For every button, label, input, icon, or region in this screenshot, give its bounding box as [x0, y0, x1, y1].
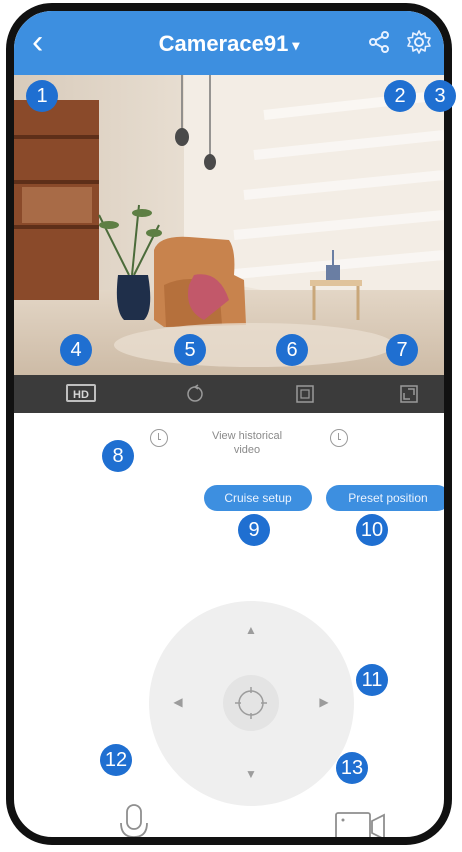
dropdown-caret-icon: ▾ [292, 36, 300, 53]
history-label-line1: View historical [211, 430, 283, 442]
camera-title: Camerace91 [158, 31, 289, 56]
ptz-up-arrow-icon[interactable]: ▲ [242, 621, 260, 639]
callout-8: 8 [102, 440, 134, 472]
microphone-icon[interactable] [110, 799, 158, 845]
callout-7: 7 [386, 334, 418, 366]
callout-5: 5 [174, 334, 206, 366]
callout-6: 6 [276, 334, 308, 366]
callout-3: 3 [424, 80, 456, 112]
callout-9: 9 [238, 514, 270, 546]
callout-12: 12 [100, 744, 132, 776]
share-icon[interactable] [366, 29, 392, 55]
ptz-left-arrow-icon[interactable]: ◀ [169, 693, 187, 711]
ptz-down-arrow-icon[interactable]: ▼ [242, 765, 260, 783]
callout-11: 11 [356, 664, 388, 696]
history-clock-icon[interactable] [150, 429, 168, 447]
callout-13: 13 [336, 752, 368, 784]
callout-4: 4 [60, 334, 92, 366]
callout-1: 1 [26, 80, 58, 112]
callout-10: 10 [356, 514, 388, 546]
ptz-right-arrow-icon[interactable]: ▶ [315, 693, 333, 711]
video-record-icon[interactable] [332, 807, 388, 845]
fullscreen-icon[interactable] [396, 383, 422, 405]
callout-2: 2 [384, 80, 416, 112]
history-label-line2: video [233, 444, 261, 456]
cruise-setup-button[interactable]: Cruise setup [204, 485, 312, 511]
view-history-link[interactable]: View historical video [182, 429, 312, 457]
history-clock-icon-right[interactable] [330, 429, 348, 447]
living-room-image [14, 75, 444, 375]
gear-icon[interactable] [406, 29, 432, 55]
ptz-control-pad: ▲ ▼ ◀ ▶ [149, 601, 354, 806]
screenshot-icon[interactable] [292, 383, 318, 405]
ptz-center-button[interactable] [223, 675, 279, 731]
crosshair-icon [235, 687, 267, 719]
hd-toggle-button[interactable]: HD [66, 384, 96, 402]
top-app-bar: ‹ Camerace91 ▾ [14, 11, 444, 75]
preset-position-button[interactable]: Preset position [326, 485, 444, 511]
rotate-icon[interactable] [182, 383, 208, 405]
video-toolbar: HD [14, 375, 444, 413]
phone-frame: ‹ Camerace91 ▾ HD View historical video … [6, 3, 452, 845]
live-video-feed[interactable] [14, 75, 444, 375]
